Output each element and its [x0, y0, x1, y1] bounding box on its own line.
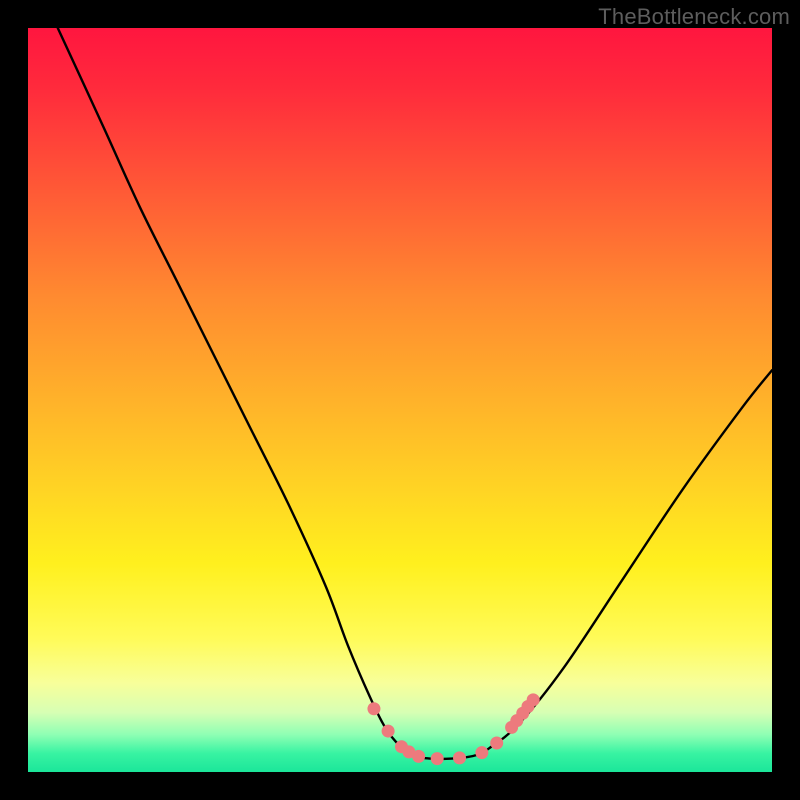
plot-area	[28, 28, 772, 772]
chart-frame: TheBottleneck.com	[0, 0, 800, 800]
watermark-text: TheBottleneck.com	[598, 4, 790, 30]
heat-gradient	[28, 28, 772, 772]
